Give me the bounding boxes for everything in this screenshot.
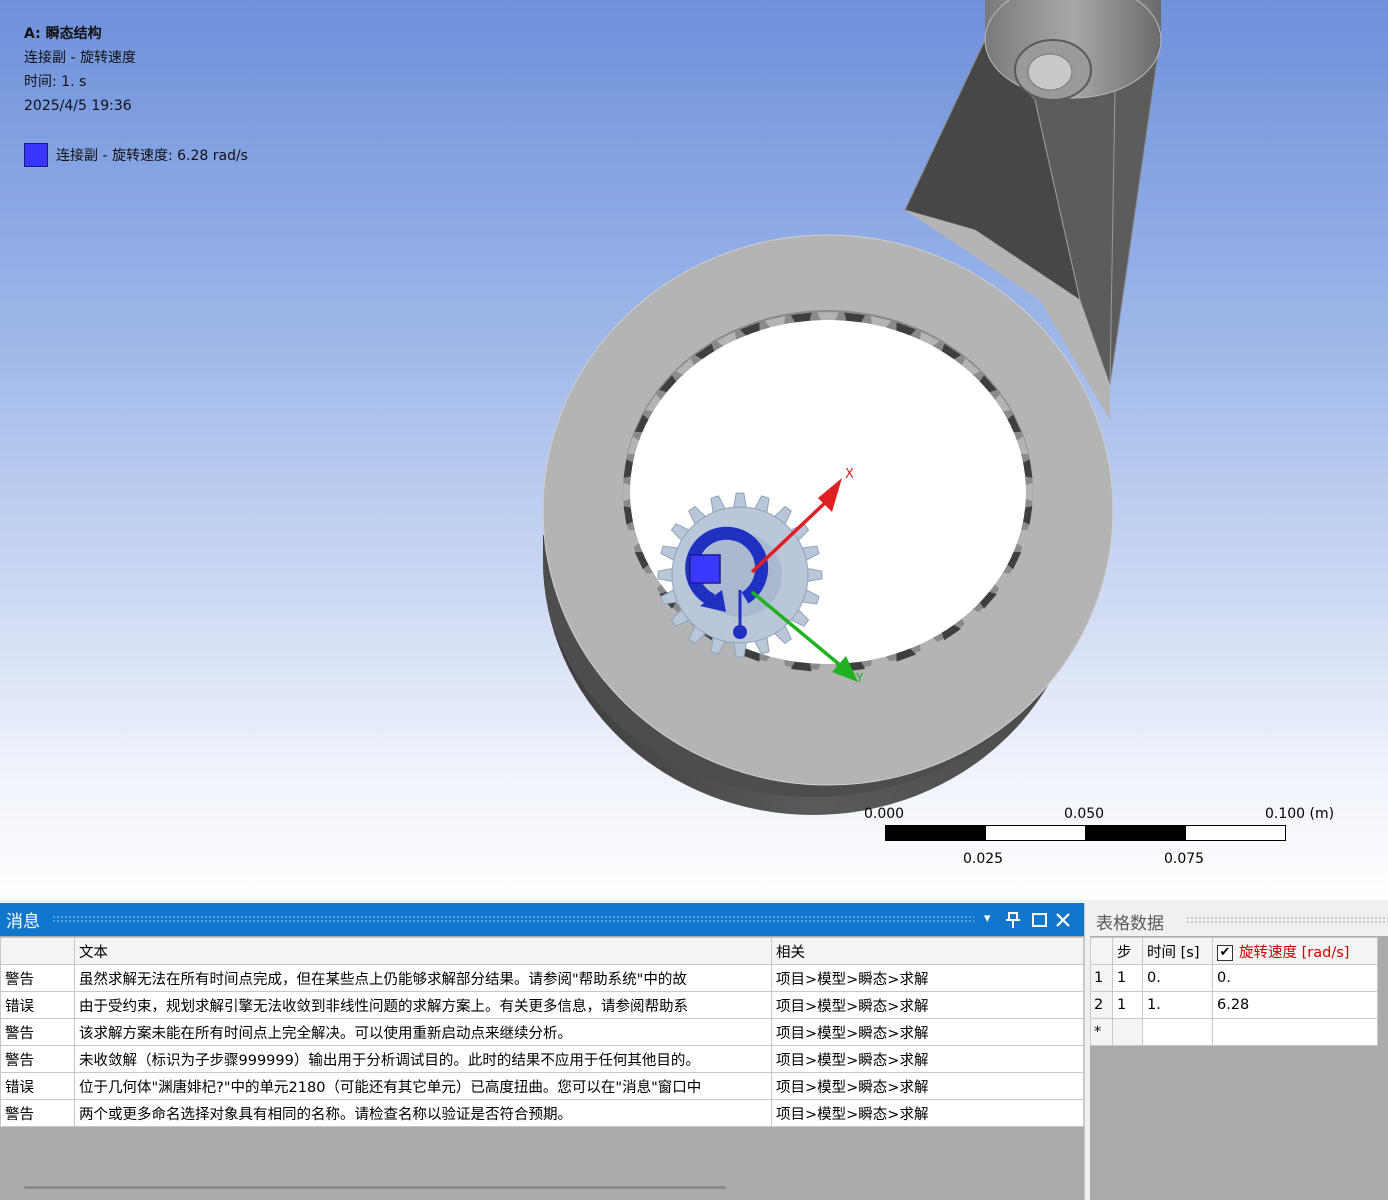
message-text: 位于几何体"渊唐婔杞?"中的单元2180（可能还有其它单元）已高度扭曲。您可以在… bbox=[74, 1072, 772, 1100]
scale-segment bbox=[985, 825, 1086, 841]
table-header-row: 文本 相关 bbox=[0, 937, 1084, 965]
message-association: 项目>模型>瞬态>求解 bbox=[771, 991, 1084, 1019]
message-text: 虽然求解无法在所有时间点完成，但在某些点上仍能够求解部分结果。请参阅"帮助系统"… bbox=[74, 964, 772, 992]
triad-x-label: X bbox=[845, 467, 854, 482]
chevron-down-icon[interactable]: ▾ bbox=[984, 911, 991, 926]
timestamp: 2025/4/5 19:36 bbox=[24, 98, 132, 114]
message-text: 该求解方案未能在所有时间点上完全解决。可以使用重新启动点来继续分析。 bbox=[74, 1018, 772, 1046]
col-header-time[interactable]: 时间 [s] bbox=[1142, 937, 1213, 965]
scale-segment bbox=[1185, 825, 1286, 841]
message-association: 项目>模型>瞬态>求解 bbox=[771, 1045, 1084, 1073]
tabular-title-bar: 表格数据 bbox=[1090, 903, 1388, 936]
table-row[interactable]: 错误 由于受约束，规划求解引擎无法收敛到非线性问题的求解方案上。有关更多信息，请… bbox=[0, 991, 1084, 1019]
messages-table: 文本 相关 警告 虽然求解无法在所有时间点完成，但在某些点上仍能够求解部分结果。… bbox=[0, 937, 1084, 1127]
scale-label-075: 0.075 bbox=[1164, 851, 1205, 867]
message-association: 项目>模型>瞬态>求解 bbox=[771, 1018, 1084, 1046]
message-text: 由于受约束，规划求解引擎无法收敛到非线性问题的求解方案上。有关更多信息，请参阅帮… bbox=[74, 991, 772, 1019]
row-header-corner[interactable] bbox=[1090, 937, 1113, 965]
analysis-title: A: 瞬态结构 bbox=[24, 26, 102, 42]
cell-step[interactable]: 1 bbox=[1112, 991, 1143, 1019]
col-header-rotational-velocity[interactable]: ✔ 旋转速度 [rad/s] bbox=[1212, 937, 1378, 965]
row-index: 2 bbox=[1090, 991, 1113, 1019]
cell-time[interactable]: 0. bbox=[1142, 964, 1213, 992]
table-row[interactable]: 错误 位于几何体"渊唐婔杞?"中的单元2180（可能还有其它单元）已高度扭曲。您… bbox=[0, 1072, 1084, 1100]
legend: 连接副 - 旋转速度: 6.28 rad/s bbox=[24, 143, 248, 167]
cell-step[interactable] bbox=[1112, 1018, 1143, 1046]
table-row[interactable]: 1 1 0. 0. bbox=[1090, 964, 1378, 992]
title-grip bbox=[52, 915, 974, 923]
col-header-label: 旋转速度 [rad/s] bbox=[1239, 944, 1350, 961]
table-header-row: 步 时间 [s] ✔ 旋转速度 [rad/s] bbox=[1090, 937, 1378, 965]
legend-label: 连接副 - 旋转速度: 6.28 rad/s bbox=[56, 148, 248, 164]
ring-gear bbox=[542, 210, 1114, 815]
load-name: 连接副 - 旋转速度 bbox=[24, 50, 136, 66]
cell-step[interactable]: 1 bbox=[1112, 964, 1143, 992]
message-type: 警告 bbox=[0, 1018, 75, 1046]
gear-model-view[interactable]: X Y bbox=[0, 0, 1388, 900]
col-header-type[interactable] bbox=[0, 937, 75, 965]
time-readout: 时间: 1. s bbox=[24, 74, 87, 90]
cell-value[interactable]: 0. bbox=[1212, 964, 1378, 992]
scale-label-0: 0.000 bbox=[864, 806, 905, 822]
message-association: 项目>模型>瞬态>求解 bbox=[771, 1099, 1084, 1127]
message-type: 警告 bbox=[0, 964, 75, 992]
checkbox[interactable]: ✔ bbox=[1217, 944, 1233, 961]
message-type: 错误 bbox=[0, 991, 75, 1019]
new-row-marker: * bbox=[1090, 1018, 1113, 1046]
table-row[interactable]: 2 1 1. 6.28 bbox=[1090, 991, 1378, 1019]
table-row-new[interactable]: * bbox=[1090, 1018, 1378, 1046]
scale-segment bbox=[885, 825, 986, 841]
col-header-step[interactable]: 步 bbox=[1112, 937, 1143, 965]
message-association: 项目>模型>瞬态>求解 bbox=[771, 1072, 1084, 1100]
horizontal-scrollbar[interactable] bbox=[24, 1186, 726, 1189]
scale-label-050: 0.050 bbox=[1064, 806, 1105, 822]
row-index: 1 bbox=[1090, 964, 1113, 992]
cell-value[interactable] bbox=[1212, 1018, 1378, 1046]
cell-time[interactable] bbox=[1142, 1018, 1213, 1046]
table-row[interactable]: 警告 该求解方案未能在所有时间点上完全解决。可以使用重新启动点来继续分析。 项目… bbox=[0, 1018, 1084, 1046]
result-info-block: A: 瞬态结构 连接副 - 旋转速度 时间: 1. s 2025/4/5 19:… bbox=[24, 22, 136, 118]
graphics-viewport[interactable]: X Y A: 瞬态结构 连接副 - 旋转速度 时间: 1. s 2025/4/5… bbox=[0, 0, 1388, 900]
scale-label-100: 0.100 (m) bbox=[1265, 806, 1335, 822]
triad-y-label: Y bbox=[855, 671, 864, 685]
message-association: 项目>模型>瞬态>求解 bbox=[771, 964, 1084, 992]
tabular-data-table: 步 时间 [s] ✔ 旋转速度 [rad/s] 1 1 0. 0. 2 1 1. … bbox=[1090, 937, 1378, 1046]
table-row[interactable]: 警告 两个或更多命名选择对象具有相同的名称。请检查名称以验证是否符合预期。 项目… bbox=[0, 1099, 1084, 1127]
title-grip bbox=[1186, 916, 1388, 924]
scale-segment bbox=[1085, 825, 1186, 841]
scale-bar: 0.000 0.050 0.100 (m) 0.025 0.075 bbox=[860, 800, 1360, 880]
tabular-title: 表格数据 bbox=[1096, 914, 1164, 934]
message-type: 警告 bbox=[0, 1099, 75, 1127]
legend-swatch bbox=[24, 143, 48, 167]
message-type: 警告 bbox=[0, 1045, 75, 1073]
close-icon[interactable] bbox=[1056, 913, 1070, 927]
messages-title: 消息 bbox=[6, 912, 40, 932]
pin-icon[interactable] bbox=[1006, 912, 1020, 928]
cell-time[interactable]: 1. bbox=[1142, 991, 1213, 1019]
message-text: 未收敛解（标识为子步骤999999）输出用于分析调试目的。此时的结果不应用于任何… bbox=[74, 1045, 772, 1073]
tabular-data-panel: 表格数据 步 时间 [s] ✔ 旋转速度 [rad/s] 1 1 0. 0. 2… bbox=[1090, 903, 1388, 1200]
maximize-icon[interactable] bbox=[1032, 913, 1047, 927]
table-row[interactable]: 警告 虽然求解无法在所有时间点完成，但在某些点上仍能够求解部分结果。请参阅"帮助… bbox=[0, 964, 1084, 992]
messages-title-bar: 消息 ▾ bbox=[0, 903, 1084, 936]
message-text: 两个或更多命名选择对象具有相同的名称。请检查名称以验证是否符合预期。 bbox=[74, 1099, 772, 1127]
col-header-association[interactable]: 相关 bbox=[771, 937, 1084, 965]
scale-label-025: 0.025 bbox=[963, 851, 1004, 867]
table-row[interactable]: 警告 未收敛解（标识为子步骤999999）输出用于分析调试目的。此时的结果不应用… bbox=[0, 1045, 1084, 1073]
messages-panel: 消息 ▾ 文本 相关 警告 虽然求解无法在所有时间点完成，但在某些点上仍能够求解… bbox=[0, 903, 1085, 1200]
col-header-text[interactable]: 文本 bbox=[74, 937, 772, 965]
message-type: 错误 bbox=[0, 1072, 75, 1100]
cell-value[interactable]: 6.28 bbox=[1212, 991, 1378, 1019]
